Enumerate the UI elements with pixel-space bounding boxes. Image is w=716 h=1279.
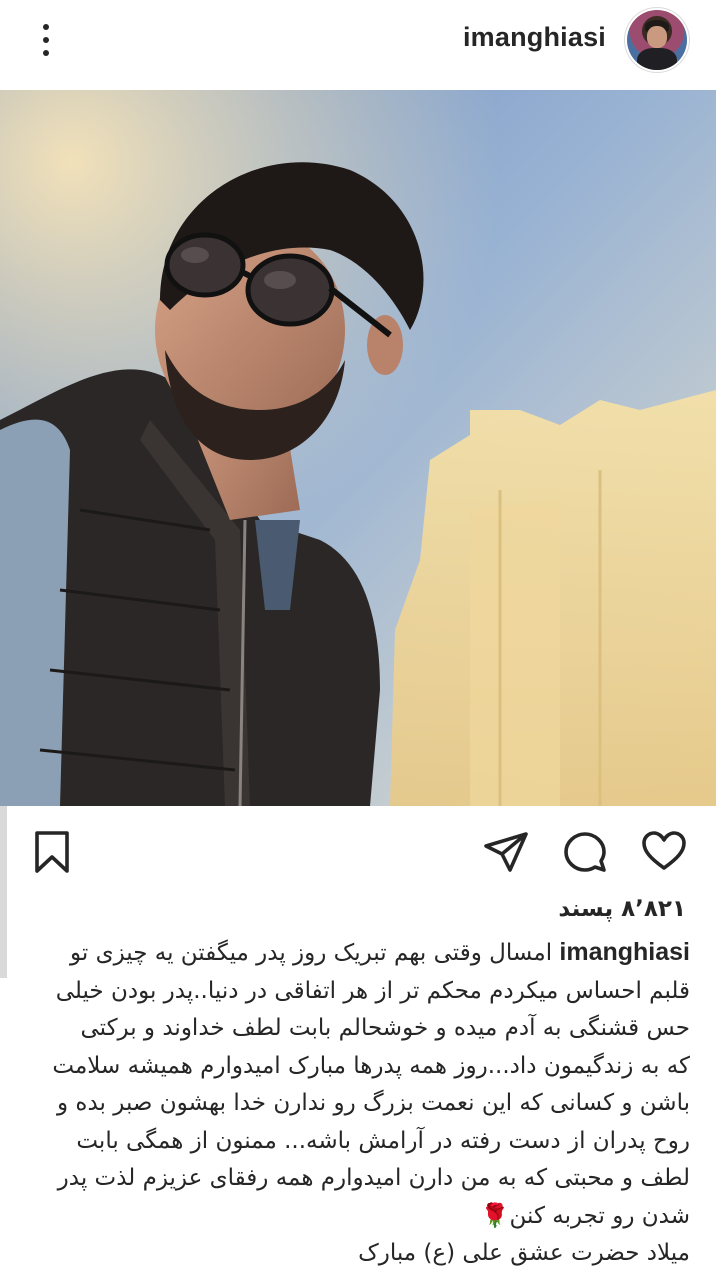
caption-line-4: که به زندگیمون داد...روز همه پدرها مبارک… xyxy=(52,1052,690,1079)
caption-line-6: روح پدران از دست رفته در آرامش باشه... م… xyxy=(76,1127,690,1154)
caption-line-1: imanghiasi امسال وقتی بهم تبریک روز پدر … xyxy=(22,934,690,973)
post-header: imanghiasi xyxy=(0,0,716,88)
likes-count[interactable]: ۸٬۸۲۱ پسند xyxy=(558,896,686,922)
photo-illustration xyxy=(0,90,716,806)
comment-button[interactable] xyxy=(561,828,609,876)
like-button[interactable] xyxy=(640,828,688,876)
caption-line-3: حس قشنگی به آدم میده و خوشحالم بابت لطف … xyxy=(80,1015,690,1041)
more-options-button[interactable] xyxy=(30,18,64,62)
avatar-face xyxy=(647,26,667,48)
profile-avatar[interactable] xyxy=(627,10,687,70)
post-actions-bar xyxy=(0,818,716,884)
comment-icon xyxy=(564,832,606,872)
more-dot xyxy=(43,50,49,56)
post-photo[interactable] xyxy=(0,90,716,806)
caption-line-2: قلبم احساس میکردم محکم تر از هر اتفاقی د… xyxy=(55,977,690,1004)
caption-line-7: لطف و محبتی که به من دارن امیدوارم همه ر… xyxy=(57,1165,690,1191)
more-vertical-icon xyxy=(43,24,49,30)
caption-username[interactable]: imanghiasi xyxy=(559,938,690,966)
caption-text: شدن رو تجربه کنن xyxy=(509,1202,690,1229)
rose-emoji: 🌹 xyxy=(480,1202,510,1229)
bookmark-icon xyxy=(35,831,69,873)
post-caption: imanghiasi امسال وقتی بهم تبریک روز پدر … xyxy=(22,934,690,1273)
send-icon xyxy=(484,832,528,872)
avatar-body xyxy=(637,48,677,70)
caption-line-8: شدن رو تجربه کنن🌹 xyxy=(22,1198,690,1236)
caption-line-9: میلاد حضرت عشق علی (ع) مبارک xyxy=(358,1240,690,1266)
caption-text: امسال وقتی بهم تبریک روز پدر میگفتن یه چ… xyxy=(69,940,553,966)
more-dot xyxy=(43,37,49,43)
caption-line-5: باشن و کسانی که این نعمت بزرگ رو ندارن خ… xyxy=(57,1090,690,1116)
save-button[interactable] xyxy=(28,828,76,876)
heart-icon xyxy=(642,831,686,870)
post-username[interactable]: imanghiasi xyxy=(463,22,606,53)
share-button[interactable] xyxy=(482,828,530,876)
